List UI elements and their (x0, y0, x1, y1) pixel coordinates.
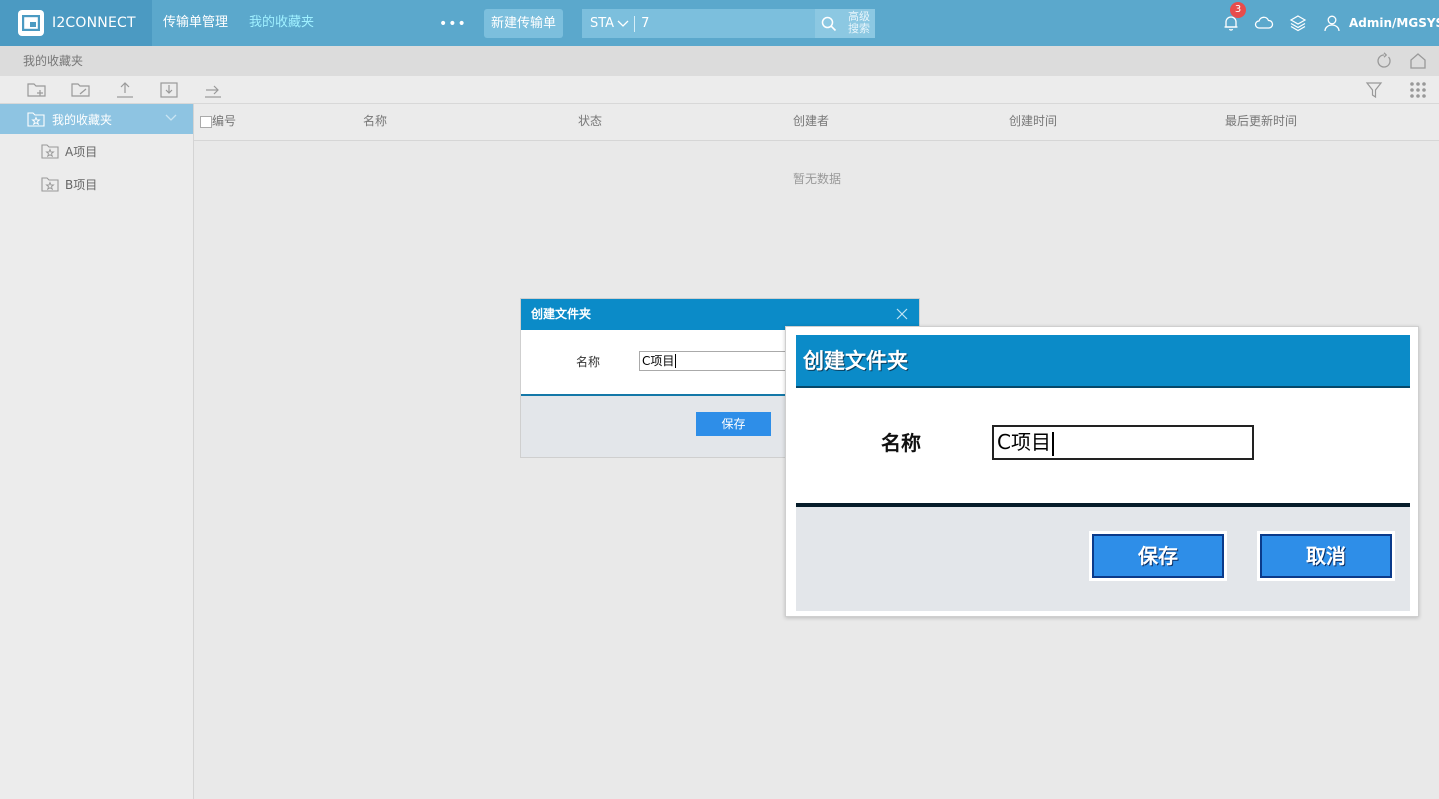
more-menu-icon[interactable]: ••• (439, 16, 467, 32)
upload-icon[interactable] (114, 79, 136, 101)
column-name[interactable]: 名称 (363, 104, 387, 139)
edit-folder-icon[interactable] (70, 79, 92, 101)
search-divider (634, 15, 636, 32)
text-caret (675, 354, 677, 368)
favorite-folder-icon (41, 144, 59, 159)
zoomed-dialog-header: 创建文件夹 (796, 335, 1410, 388)
sidebar: 我的收藏夹 A项目 B项目 (0, 104, 194, 799)
sidebar-item-a-project[interactable]: A项目 (41, 141, 97, 161)
advanced-search-button[interactable]: 高级 搜索 (843, 9, 875, 38)
toolbar (0, 76, 1439, 104)
close-icon[interactable] (895, 307, 909, 321)
text-caret (1051, 431, 1054, 456)
search-type-select[interactable]: STA (582, 16, 629, 31)
zoomed-cancel-button[interactable]: 取消 (1257, 531, 1395, 581)
empty-state-text: 暂无数据 (793, 172, 842, 186)
favorite-folder-icon (27, 112, 45, 127)
search-button[interactable] (815, 9, 843, 38)
new-transfer-button[interactable]: 新建传输单 (484, 9, 563, 38)
search-input[interactable]: 7 (641, 16, 649, 31)
sidebar-item-label: A项目 (65, 144, 98, 159)
cloud-icon[interactable] (1253, 12, 1275, 34)
save-button[interactable]: 保存 (696, 412, 771, 436)
favorite-folder-icon (41, 177, 59, 192)
download-icon[interactable] (158, 79, 180, 101)
logo-icon (18, 10, 44, 36)
refresh-icon[interactable] (1375, 52, 1393, 70)
column-status[interactable]: 状态 (578, 104, 602, 139)
column-id[interactable]: 编号 (212, 104, 236, 139)
zoomed-dialog-title: 创建文件夹 (803, 349, 908, 373)
search-type-value: STA (590, 16, 615, 31)
layers-icon[interactable] (1287, 12, 1309, 34)
search-box[interactable]: STA 7 (582, 9, 815, 38)
column-updated-time[interactable]: 最后更新时间 (1225, 104, 1297, 139)
select-all-checkbox[interactable] (200, 116, 212, 128)
nav-transfer-management[interactable]: 传输单管理 (163, 0, 228, 46)
nav-my-favorites[interactable]: 我的收藏夹 (249, 0, 314, 46)
zoomed-folder-name-input[interactable]: C项目 (992, 425, 1254, 460)
export-icon[interactable] (202, 79, 224, 101)
breadcrumb: 我的收藏夹 (0, 46, 1439, 76)
filter-icon[interactable] (1363, 79, 1385, 101)
column-created-time[interactable]: 创建时间 (1009, 104, 1057, 139)
user-icon[interactable] (1321, 12, 1343, 34)
chevron-down-icon (617, 20, 629, 27)
top-nav-bar: I2CONNECT 传输单管理 我的收藏夹 ••• 新建传输单 STA 7 高级… (0, 0, 1439, 46)
zoomed-dialog-footer: 保存 取消 (796, 507, 1410, 611)
logo[interactable]: I2CONNECT (0, 0, 152, 46)
name-label: 名称 (576, 355, 601, 369)
folder-name-value: C项目 (642, 354, 675, 368)
advanced-search-label-2: 搜索 (848, 22, 870, 35)
dialog-title: 创建文件夹 (531, 307, 592, 321)
zoomed-save-button[interactable]: 保存 (1089, 531, 1227, 581)
sidebar-item-my-favorites[interactable]: 我的收藏夹 (0, 104, 193, 134)
sidebar-item-b-project[interactable]: B项目 (41, 174, 97, 194)
zoomed-folder-name-value: C项目 (997, 430, 1051, 454)
table-header: 编号 名称 状态 创建者 创建时间 最后更新时间 (194, 104, 1439, 141)
zoomed-dialog-panel: 创建文件夹 名称 C项目 保存 取消 (785, 326, 1419, 617)
search-icon (821, 16, 837, 31)
folder-name-input[interactable]: C项目 (639, 351, 789, 371)
column-creator[interactable]: 创建者 (793, 104, 829, 139)
user-name[interactable]: Admin/MGSYS (1349, 0, 1439, 46)
sidebar-root-label: 我的收藏夹 (52, 112, 113, 127)
breadcrumb-current: 我的收藏夹 (23, 54, 84, 68)
chevron-down-icon[interactable] (164, 111, 178, 125)
notification-badge: 3 (1230, 2, 1246, 18)
grid-menu-icon[interactable] (1407, 79, 1429, 101)
new-folder-icon[interactable] (26, 79, 48, 101)
sidebar-item-label: B项目 (65, 177, 98, 192)
zoomed-name-label: 名称 (881, 431, 921, 455)
home-icon[interactable] (1409, 52, 1427, 70)
app-name: I2CONNECT (52, 15, 136, 31)
